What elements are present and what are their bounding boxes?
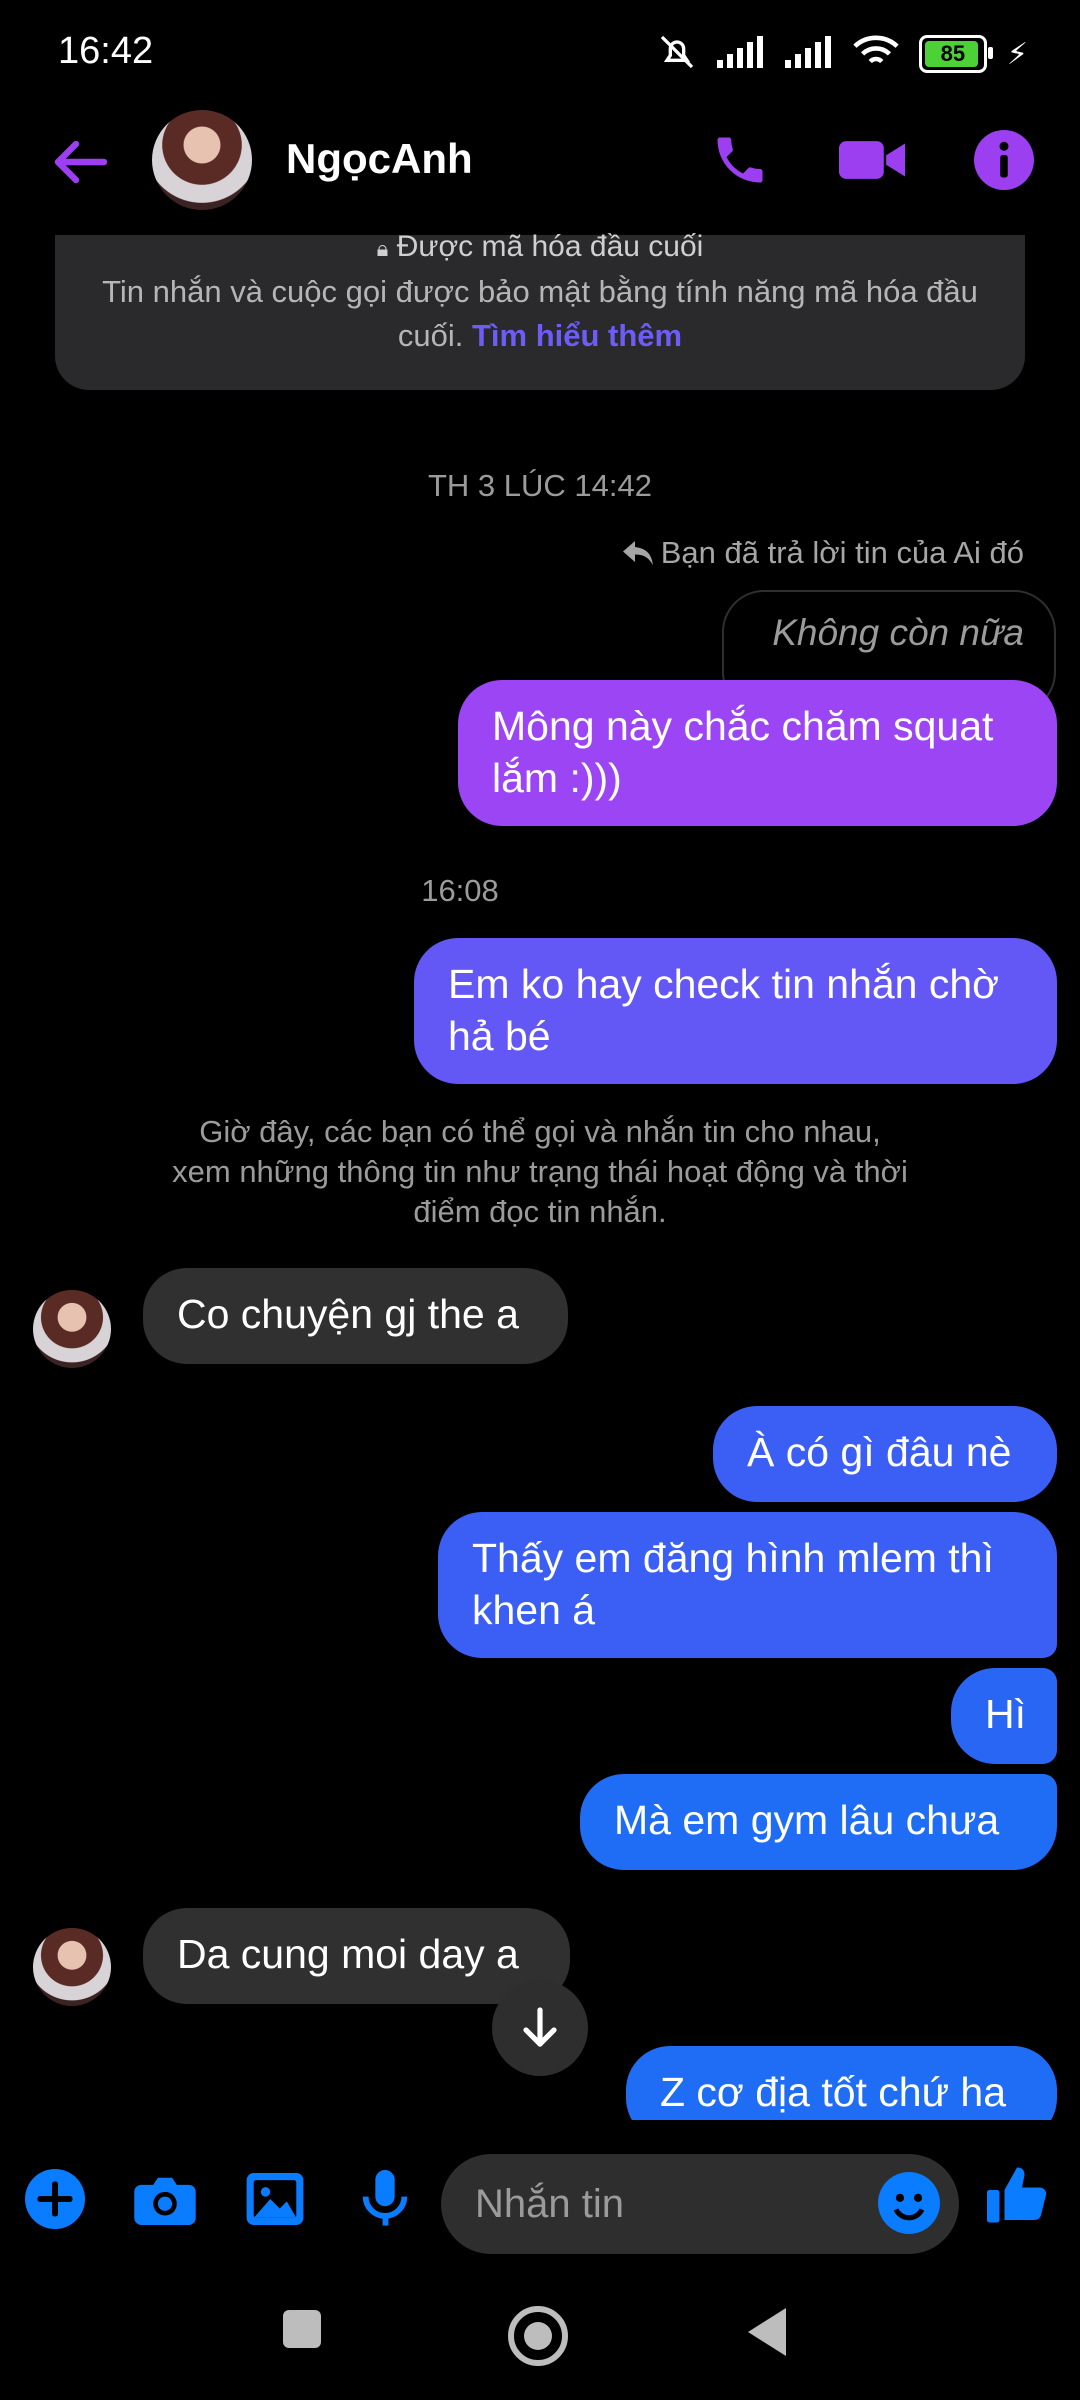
microphone-icon	[362, 2170, 408, 2226]
contact-avatar-small[interactable]	[33, 1290, 111, 1368]
received-message[interactable]: Co chuyện gj the a	[143, 1268, 568, 1364]
home-button-dot	[524, 2322, 552, 2350]
phone-icon	[717, 137, 763, 183]
sent-message[interactable]: Z cơ địa tốt chứ ha	[626, 2046, 1057, 2120]
battery-icon: 85	[918, 35, 993, 73]
battery-level: 85	[940, 41, 966, 66]
reply-label-text: Bạn đã trả lời tin của Ai đó	[660, 535, 1024, 570]
charging-icon: ⚡	[1006, 37, 1028, 71]
more-actions-button[interactable]	[20, 2164, 90, 2234]
reply-icon	[622, 541, 653, 565]
emoji-icon	[893, 2193, 925, 2221]
sent-message[interactable]: À có gì đâu nè	[713, 1406, 1057, 1502]
lock-icon: 🔒︎	[376, 236, 389, 261]
camera-icon	[134, 2177, 196, 2225]
wifi-icon	[853, 34, 899, 75]
thumbs-up-icon	[987, 2167, 1047, 2223]
learn-more-link[interactable]: Tìm hiểu thêm	[472, 318, 682, 353]
signal-icon-2	[784, 35, 833, 73]
system-back-button[interactable]	[748, 2308, 786, 2356]
encryption-title: 🔒︎ Được mã hóa đầu cuối	[0, 230, 1080, 264]
sent-message[interactable]: Thấy em đăng hình mlem thì khen á	[438, 1512, 1057, 1658]
status-time: 16:42	[58, 30, 154, 72]
arrow-left-icon	[54, 140, 108, 184]
like-button[interactable]	[982, 2160, 1052, 2230]
voice-call-button[interactable]	[700, 120, 780, 200]
received-message[interactable]: Da cung moi day a	[143, 1908, 570, 2004]
timestamp: TH 3 LÚC 14:42	[428, 468, 652, 503]
status-icons: 85 ⚡	[657, 30, 1028, 78]
gallery-button[interactable]	[240, 2164, 310, 2234]
info-icon	[974, 130, 1034, 190]
contact-name[interactable]: NgọcAnh	[286, 135, 473, 183]
back-button[interactable]	[44, 126, 116, 198]
encryption-body: Tin nhắn và cuộc gọi được bảo mật bằng t…	[100, 270, 980, 358]
plus-circle-icon	[25, 2169, 85, 2229]
last-message-clip: Z cơ địa tốt chứ ha	[0, 2046, 1080, 2120]
arrow-down-icon	[523, 2007, 557, 2047]
recent-apps-button[interactable]	[283, 2310, 321, 2348]
quoted-message-text: Không còn nữa	[772, 612, 1024, 653]
signal-icon	[716, 35, 765, 73]
mute-bell-icon	[657, 32, 697, 77]
sent-message[interactable]: Mông này chắc chăm squat lắm :)))	[458, 680, 1057, 826]
sent-message[interactable]: Em ko hay check tin nhắn chờ hả bé	[414, 938, 1057, 1084]
connection-system-note: Giờ đây, các bạn có thể gọi và nhắn tin …	[172, 1114, 908, 1229]
info-button[interactable]	[964, 120, 1044, 200]
video-camera-icon	[839, 141, 905, 179]
contact-avatar[interactable]	[152, 110, 252, 210]
voice-record-button[interactable]	[350, 2164, 420, 2234]
emoji-button[interactable]	[878, 2172, 940, 2234]
sent-message[interactable]: Hì	[951, 1668, 1057, 1764]
sent-message[interactable]: Mà em gym lâu chưa	[580, 1774, 1057, 1870]
image-icon	[246, 2173, 304, 2225]
timestamp-text: 16:08	[421, 873, 499, 908]
reply-label: Bạn đã trả lời tin của Ai đó	[622, 535, 1024, 571]
timestamp: 16:08	[0, 873, 1080, 909]
camera-button[interactable]	[130, 2164, 200, 2234]
contact-avatar-small[interactable]	[33, 1928, 111, 2006]
encryption-title-text: Được mã hóa đầu cuối	[396, 230, 704, 263]
video-call-button[interactable]	[832, 120, 912, 200]
